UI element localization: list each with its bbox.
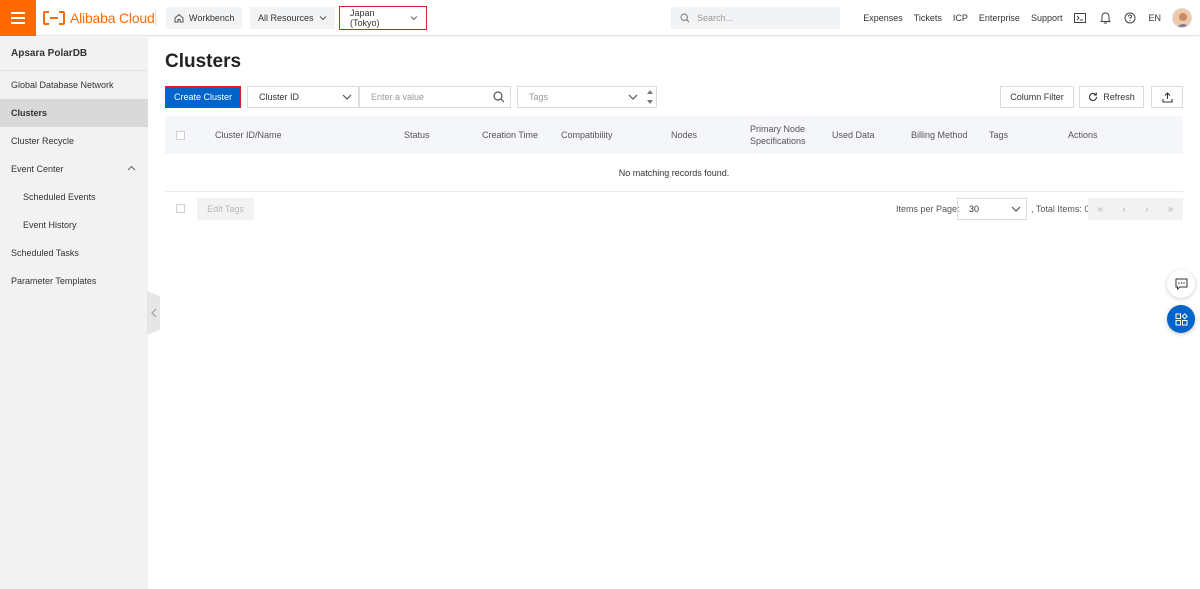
chevron-down-icon: [319, 16, 326, 21]
chevron-down-icon: [1011, 206, 1021, 212]
apps-button[interactable]: [1167, 305, 1195, 333]
table-header: Cluster ID/Name Status Creation Time Com…: [165, 116, 1183, 154]
alibaba-cloud-logo[interactable]: Alibaba Cloud: [43, 9, 155, 27]
first-page-icon[interactable]: «: [1098, 204, 1104, 215]
refresh-icon: [1089, 92, 1098, 101]
filter-field-value: Cluster ID: [259, 92, 300, 102]
column-header-nodes: Nodes: [671, 130, 698, 140]
language-switch[interactable]: EN: [1148, 13, 1161, 23]
tags-select[interactable]: Tags: [517, 86, 645, 108]
filter-value-input[interactable]: Enter a value: [359, 86, 511, 108]
column-header-actions: Actions: [1068, 130, 1098, 140]
help-icon[interactable]: [1123, 11, 1137, 25]
column-header-billing-method: Billing Method: [911, 130, 968, 140]
chevron-down-icon: [628, 94, 638, 100]
next-page-icon[interactable]: ›: [1145, 204, 1148, 215]
upload-icon: [1161, 91, 1173, 103]
sidebar-item-event-history[interactable]: Event History: [0, 211, 148, 239]
page-title: Clusters: [165, 51, 242, 72]
select-all-checkbox[interactable]: [176, 130, 185, 140]
hamburger-menu-button[interactable]: [0, 0, 36, 36]
column-header-creation-time: Creation Time: [482, 130, 539, 140]
search-placeholder: Search...: [697, 13, 734, 23]
caret-up-icon: [647, 90, 653, 94]
tickets-link[interactable]: Tickets: [914, 13, 942, 23]
tags-placeholder: Tags: [529, 92, 549, 102]
sidebar-item-global-database-network[interactable]: Global Database Network: [0, 71, 148, 99]
last-page-icon[interactable]: »: [1168, 204, 1174, 215]
expenses-link[interactable]: Expenses: [863, 13, 903, 23]
search-icon: [493, 91, 505, 103]
items-per-page-value: 30: [969, 204, 980, 214]
enterprise-link[interactable]: Enterprise: [979, 13, 1020, 23]
sidebar-item-scheduled-events[interactable]: Scheduled Events: [0, 183, 148, 211]
workbench-button[interactable]: Workbench: [166, 7, 243, 29]
sidebar-item-clusters[interactable]: Clusters: [0, 99, 148, 127]
chat-icon: [1175, 278, 1187, 290]
sidebar-item-cluster-recycle[interactable]: Cluster Recycle: [0, 127, 148, 155]
footer-select-checkbox[interactable]: [176, 204, 185, 213]
bell-icon[interactable]: [1098, 11, 1112, 25]
items-per-page-select[interactable]: 30: [957, 198, 1027, 220]
sidebar-item-parameter-templates[interactable]: Parameter Templates: [0, 267, 148, 295]
user-avatar[interactable]: [1172, 8, 1192, 28]
support-link[interactable]: Support: [1031, 13, 1063, 23]
total-items-text: , Total Items: 0: [1031, 204, 1090, 214]
terminal-icon[interactable]: [1073, 11, 1087, 25]
empty-table-message: No matching records found.: [165, 154, 1183, 192]
refresh-button[interactable]: Refresh: [1079, 86, 1144, 108]
sidebar-collapse-handle[interactable]: [147, 291, 160, 335]
edit-tags-button[interactable]: Edit Tags: [197, 198, 254, 220]
filter-field-select[interactable]: Cluster ID: [247, 86, 359, 108]
top-navigation-bar: Alibaba Cloud Workbench All Resources Ja…: [0, 0, 1200, 36]
column-header-used-data: Used Data: [832, 130, 875, 140]
all-resources-dropdown[interactable]: All Resources: [250, 7, 335, 29]
apps-grid-icon: [1175, 312, 1188, 325]
export-button[interactable]: [1151, 86, 1183, 108]
sidebar-item-event-center[interactable]: Event Center: [0, 155, 148, 183]
select-all-checkbox-cell: [176, 116, 185, 154]
home-icon: [174, 13, 184, 23]
workbench-label: Workbench: [189, 13, 235, 23]
search-icon: [680, 13, 690, 23]
brand-name: Alibaba Cloud: [70, 10, 155, 26]
icp-link[interactable]: ICP: [953, 13, 968, 23]
refresh-label: Refresh: [1103, 92, 1135, 102]
alibaba-cloud-logo-icon: [43, 11, 65, 25]
all-resources-label: All Resources: [258, 13, 314, 23]
column-header-primary-node-specifications: Primary Node Specifications: [750, 124, 806, 146]
sidebar-item-scheduled-tasks[interactable]: Scheduled Tasks: [0, 239, 148, 267]
chevron-down-icon: [410, 16, 418, 21]
column-filter-button[interactable]: Column Filter: [1000, 86, 1074, 108]
sidebar: Apsara PolarDB Global Database Network C…: [0, 37, 148, 589]
chevron-left-icon: [150, 308, 156, 318]
chevron-up-icon: [127, 165, 136, 171]
pagination: « ‹ › »: [1088, 198, 1183, 220]
items-per-page-label: Items per Page:: [896, 204, 960, 214]
caret-down-icon: [647, 100, 653, 104]
create-cluster-button[interactable]: Create Cluster: [165, 86, 241, 108]
region-selector[interactable]: Japan (Tokyo): [339, 6, 427, 30]
region-label: Japan (Tokyo): [350, 8, 380, 28]
sidebar-item-label: Event Center: [11, 164, 64, 174]
filter-value-placeholder: Enter a value: [371, 92, 425, 102]
column-header-cluster-id-name: Cluster ID/Name: [215, 130, 282, 140]
top-right-links: Expenses Tickets ICP Enterprise Support …: [863, 0, 1200, 36]
divider: [155, 10, 156, 26]
tags-stepper[interactable]: [644, 86, 657, 108]
column-header-tags: Tags: [989, 130, 1009, 140]
chat-feedback-button[interactable]: [1167, 270, 1195, 298]
previous-page-icon[interactable]: ‹: [1123, 204, 1126, 215]
column-header-status: Status: [404, 130, 430, 140]
global-search-input[interactable]: Search...: [671, 7, 840, 29]
product-title: Apsara PolarDB: [11, 48, 88, 59]
chevron-down-icon: [342, 94, 352, 100]
column-header-compatibility: Compatibility: [561, 130, 613, 140]
